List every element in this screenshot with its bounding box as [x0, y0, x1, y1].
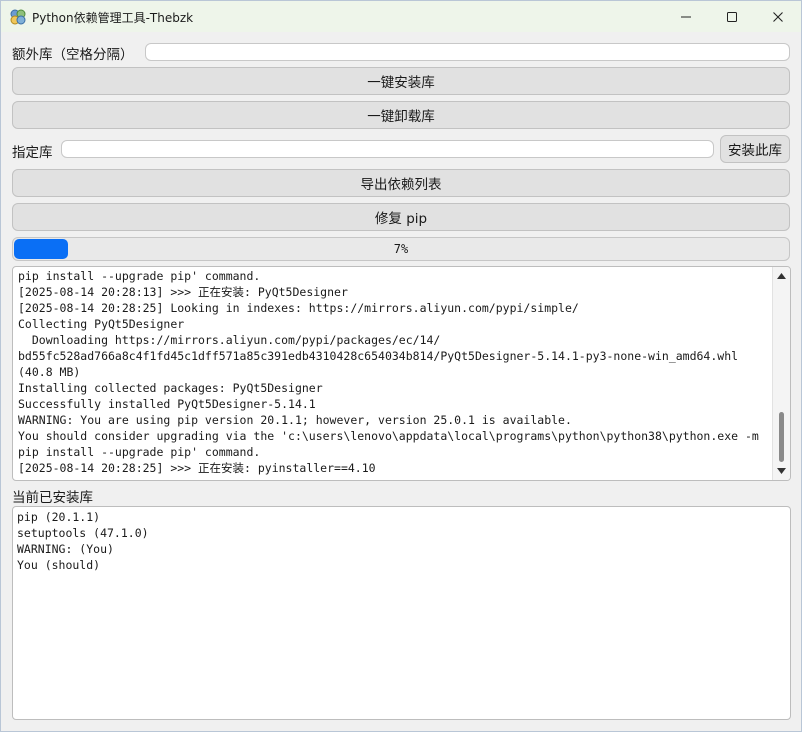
- list-item: setuptools (47.1.0): [17, 526, 149, 540]
- log-line: bd55fc528ad766a8c4f1fd45c1dff571a85c391e…: [18, 349, 739, 363]
- log-line: Installing collected packages: PyQt5Desi…: [18, 381, 323, 395]
- log-line: Successfully installed PyQt5Designer-5.1…: [18, 397, 316, 411]
- app-logo-icon: [10, 9, 26, 25]
- export-deps-button[interactable]: 导出依赖列表: [12, 169, 790, 197]
- log-lines: pip install --upgrade pip' command. [2025…: [18, 268, 770, 476]
- app-window: Python依赖管理工具-Thebzk 额外库（空格分隔） 一键安装库 一键卸载…: [0, 0, 802, 732]
- log-line: pip install --upgrade pip' command.: [18, 445, 261, 459]
- window-title: Python依赖管理工具-Thebzk: [32, 11, 194, 25]
- installed-lines: pip (20.1.1) setuptools (47.1.0) WARNING: …: [17, 509, 149, 573]
- installed-libs-list[interactable]: pip (20.1.1) setuptools (47.1.0) WARNING: …: [12, 506, 791, 720]
- minimize-icon: [681, 16, 691, 17]
- log-line: Downloading https://mirrors.aliyun.com/p…: [18, 333, 441, 347]
- scroll-up-button[interactable]: [773, 268, 790, 284]
- repair-pip-button[interactable]: 修复 pip: [12, 203, 790, 231]
- log-line: (40.8 MB): [18, 365, 81, 379]
- log-line: Collecting PyQt5Designer: [18, 317, 185, 331]
- title-bar[interactable]: Python依赖管理工具-Thebzk: [1, 1, 801, 32]
- close-button[interactable]: [755, 1, 801, 32]
- list-item: You (should): [17, 558, 101, 572]
- log-scrollbar[interactable]: [772, 267, 790, 480]
- scroll-thumb[interactable]: [779, 412, 784, 462]
- extra-libs-input[interactable]: [145, 43, 790, 61]
- triangle-up-icon: [777, 273, 786, 279]
- log-line: [2025-08-14 20:28:13] >>> 正在安装: PyQt5Des…: [18, 285, 348, 299]
- progress-text: 7%: [393, 242, 409, 256]
- install-all-button[interactable]: 一键安装库: [12, 67, 790, 95]
- progress-bar: 7%: [12, 237, 790, 261]
- log-output[interactable]: pip install --upgrade pip' command. [2025…: [12, 266, 791, 481]
- minimize-button[interactable]: [663, 1, 709, 32]
- log-line: You should consider upgrading via the 'c…: [18, 429, 759, 443]
- scroll-down-button[interactable]: [773, 463, 790, 479]
- log-line: [2025-08-14 20:28:25] >>> 正在安装: pyinstal…: [18, 461, 376, 475]
- install-this-button[interactable]: 安装此库: [720, 135, 790, 163]
- maximize-icon: [727, 11, 737, 22]
- specified-lib-label: 指定库: [12, 145, 53, 161]
- list-item: pip (20.1.1): [17, 510, 101, 524]
- extra-libs-label: 额外库（空格分隔）: [12, 47, 134, 63]
- log-line: WARNING: You are using pip version 20.1.…: [18, 413, 572, 427]
- close-icon: [773, 11, 783, 22]
- installed-libs-label: 当前已安装库: [12, 490, 93, 506]
- specified-lib-input[interactable]: [61, 140, 714, 158]
- log-line: pip install --upgrade pip' command.: [18, 269, 261, 283]
- list-item: WARNING: (You): [17, 542, 114, 556]
- uninstall-all-button[interactable]: 一键卸载库: [12, 101, 790, 129]
- maximize-button[interactable]: [709, 1, 755, 32]
- log-line: [2025-08-14 20:28:25] Looking in indexes…: [18, 301, 579, 315]
- triangle-down-icon: [777, 468, 786, 474]
